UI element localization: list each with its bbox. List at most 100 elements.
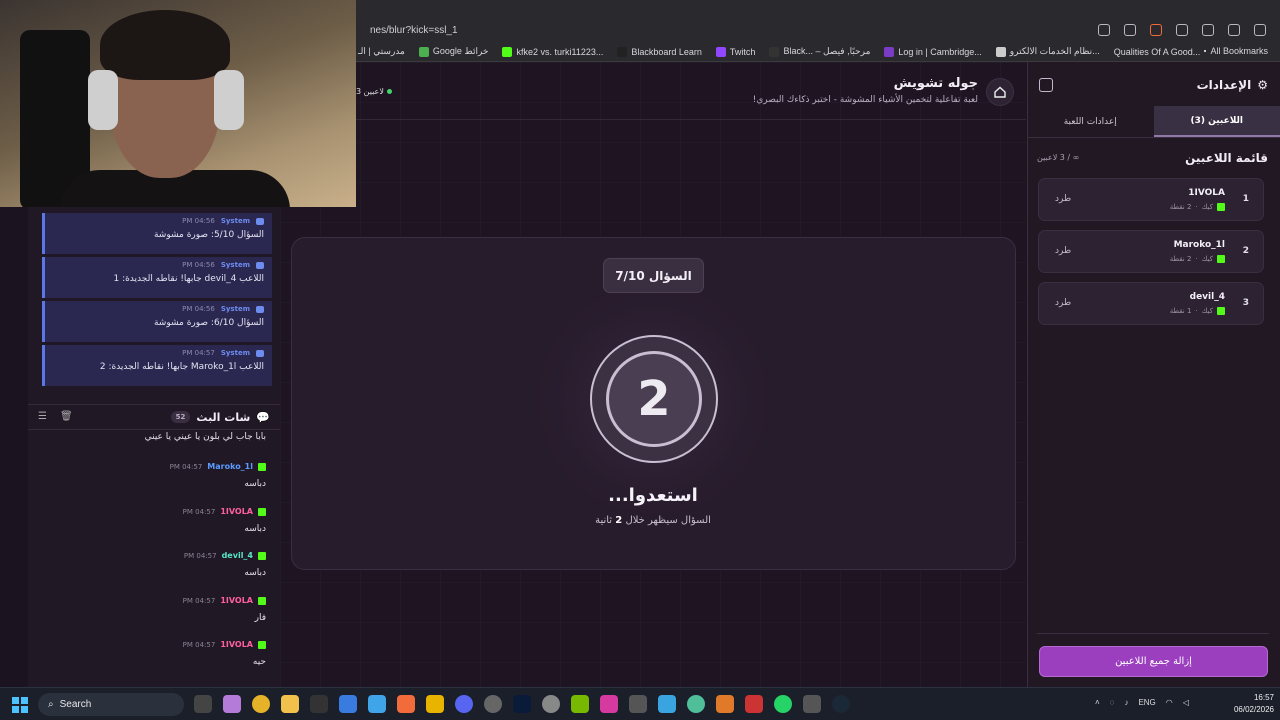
system-message: System PM 04:56 السؤال 6/10: صورة مشوشة: [42, 301, 272, 342]
bookmark-item[interactable]: Log in | Cambridge...: [884, 46, 982, 57]
app-icon[interactable]: [716, 695, 734, 713]
bookmark-item[interactable]: Google خرائط: [418, 46, 488, 57]
game-subtitle: لعبة تفاعلية لتخمين الأشياء المشوشة - اخ…: [752, 95, 978, 105]
bot-icon: [256, 349, 264, 357]
menu-icon[interactable]: [1254, 24, 1266, 36]
player-list-header: قائمة اللاعبين ∞ / 3 لاعبين: [1027, 150, 1280, 168]
gear-icon: ⚙: [1257, 78, 1268, 92]
store-icon[interactable]: [339, 695, 357, 713]
mail-icon[interactable]: [629, 695, 647, 713]
player-row: 2 Maroko_1l كيك · 2 نقطة طرد: [1038, 230, 1264, 273]
url-text[interactable]: nes/blur?kick=ssl_1: [370, 25, 890, 36]
bookmark-item[interactable]: Qualities Of A Good...: [1114, 47, 1201, 57]
player-name: Maroko_1l: [1173, 240, 1225, 250]
kick-icon: [1217, 255, 1225, 263]
player-meta: كيك · 2 نقطة: [1170, 255, 1225, 263]
chat-message: 1IVOLA PM 04:57 حيه: [182, 640, 266, 667]
kick-icon: [258, 596, 266, 605]
brave-icon[interactable]: [397, 695, 415, 713]
epic-icon[interactable]: [310, 695, 328, 713]
system-tray: ˄ ◌ ♪ ENG ◠ ◁: [1095, 698, 1189, 707]
chat-title: شات البث: [196, 410, 251, 424]
settings-tabs: اللاعبين (3) إعدادات اللعبة: [1027, 106, 1280, 138]
app-icon[interactable]: [484, 695, 502, 713]
wifi-icon[interactable]: ◠: [1166, 698, 1173, 707]
nvidia-icon[interactable]: [571, 695, 589, 713]
player-count: ∞ / 3 لاعبين: [1037, 153, 1080, 162]
notes-icon[interactable]: [368, 695, 386, 713]
kick-icon: [258, 640, 266, 649]
settings-header: ⚙ الإعدادات: [1027, 72, 1280, 100]
steam-icon[interactable]: [832, 695, 850, 713]
player-rank: 2: [1242, 246, 1249, 256]
tab-players[interactable]: اللاعبين (3): [1153, 106, 1280, 137]
player-name: 1IVOLA: [1188, 188, 1225, 198]
all-bookmarks[interactable]: All Bookmarks: [1204, 46, 1268, 56]
player-meta: كيك · 2 نقطة: [1170, 203, 1225, 211]
chat-message: Maroko_1l PM 04:57 دباسه: [169, 462, 266, 489]
windows-start-icon[interactable]: [12, 697, 28, 713]
kick-player-button[interactable]: طرد: [1055, 298, 1071, 308]
bookmark-item[interactable]: نظام الخدمات الالكترو...: [995, 46, 1100, 57]
online-indicator: 3 لاعبين: [356, 87, 392, 96]
remove-all-players-button[interactable]: إزالة جميع اللاعبين: [1039, 646, 1268, 677]
whatsapp-icon[interactable]: [774, 695, 792, 713]
translate-icon[interactable]: [1098, 24, 1110, 36]
app-icon[interactable]: [600, 695, 618, 713]
bookmarks-bar: مدرستي | الـ Google خرائط kfke2 vs. turk…: [330, 42, 1280, 62]
game-title: جوله تشويش: [893, 76, 978, 91]
puzzle-icon[interactable]: [1202, 24, 1214, 36]
app-icon[interactable]: [745, 695, 763, 713]
system-message: System PM 04:56 السؤال 5/10: صورة مشوشة: [42, 213, 272, 254]
discord-icon[interactable]: [455, 695, 473, 713]
kick-icon: [258, 551, 266, 560]
app-icon[interactable]: [223, 695, 241, 713]
brave-shield-icon[interactable]: [1150, 24, 1162, 36]
network-icon[interactable]: ◌: [1110, 698, 1115, 707]
chat-icon: 💬: [256, 410, 270, 424]
app-icon[interactable]: [803, 695, 821, 713]
divider: [1037, 633, 1269, 634]
folder-icon[interactable]: [281, 695, 299, 713]
settings-icon[interactable]: [542, 695, 560, 713]
bot-icon: [256, 217, 264, 225]
align-icon[interactable]: ☰: [38, 411, 50, 423]
tab-game-settings[interactable]: إعدادات اللعبة: [1027, 106, 1154, 137]
bookmark-item[interactable]: Black... – مرحبًا, فيصل: [769, 46, 870, 57]
player-name: devil_4: [1189, 292, 1225, 302]
extension-icon[interactable]: [1176, 24, 1188, 36]
music-icon[interactable]: [1228, 24, 1240, 36]
system-message: System PM 04:56 اللاعب devil_4 جابها! نقا…: [42, 257, 272, 298]
kick-icon: [1217, 307, 1225, 315]
mic-icon[interactable]: ♪: [1124, 698, 1128, 707]
left-rail: [0, 207, 28, 687]
kick-player-button[interactable]: طرد: [1055, 194, 1071, 204]
taskbar-search[interactable]: ⌕ Search: [38, 693, 184, 716]
app-icon[interactable]: [658, 695, 676, 713]
bot-icon: [256, 305, 264, 313]
address-bar[interactable]: nes/blur?kick=ssl_1: [330, 18, 1280, 42]
chat-header: ☰ 🗑 💬 شات البث 52: [28, 404, 280, 430]
app-icon[interactable]: [194, 695, 212, 713]
online-dot: [386, 89, 392, 94]
language-indicator[interactable]: ENG: [1138, 698, 1155, 707]
search-icon: ⌕: [48, 699, 54, 710]
bookmark-item[interactable]: Blackboard Learn: [617, 46, 702, 57]
kick-player-button[interactable]: طرد: [1055, 246, 1071, 256]
bookmark-item[interactable]: Twitch: [715, 46, 755, 57]
share-icon[interactable]: [1124, 24, 1136, 36]
home-icon: [994, 86, 1006, 98]
home-button[interactable]: [986, 78, 1014, 106]
chrome-icon[interactable]: [252, 695, 270, 713]
chevron-up-icon[interactable]: ˄: [1095, 698, 1100, 707]
collapse-sidebar-icon[interactable]: [1039, 78, 1053, 92]
player-rank: 3: [1242, 298, 1249, 308]
trash-icon[interactable]: 🗑: [60, 411, 73, 423]
bookmark-item[interactable]: kfke2 vs. turki11223...: [502, 46, 603, 57]
game-header: جوله تشويش لعبة تفاعلية لتخمين الأشياء ا…: [356, 62, 1026, 120]
app-icon[interactable]: [687, 695, 705, 713]
speaker-icon[interactable]: ◁: [1183, 698, 1189, 707]
photoshop-icon[interactable]: [513, 695, 531, 713]
rockstar-icon[interactable]: [426, 695, 444, 713]
clock[interactable]: 16:57 06/02/2026: [1222, 692, 1274, 716]
